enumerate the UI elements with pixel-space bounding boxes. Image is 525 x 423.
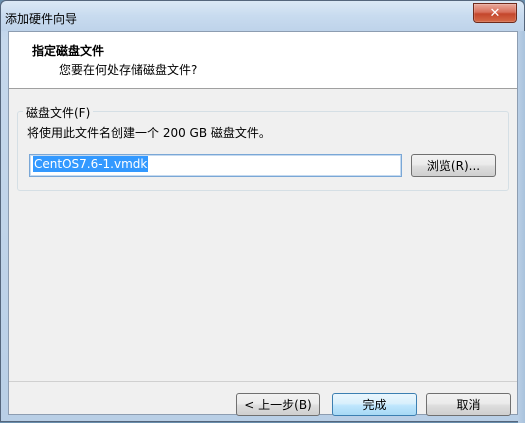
page-subtitle: 您要在何处存储磁盘文件? bbox=[59, 63, 198, 77]
disk-file-path-input[interactable]: CentOS7.6-1.vmdk bbox=[29, 154, 402, 177]
browse-button[interactable]: 浏览(R)... bbox=[411, 154, 496, 177]
back-button[interactable]: < 上一步(B) bbox=[236, 393, 320, 416]
window-edge bbox=[518, 31, 525, 423]
close-icon: ✕ bbox=[489, 5, 501, 21]
disk-file-path-value: CentOS7.6-1.vmdk bbox=[33, 156, 149, 172]
wizard-header: 指定磁盘文件 您要在何处存储磁盘文件? bbox=[9, 32, 517, 89]
cancel-button[interactable]: 取消 bbox=[426, 393, 511, 416]
disk-file-description: 将使用此文件名创建一个 200 GB 磁盘文件。 bbox=[27, 126, 271, 140]
page-title: 指定磁盘文件 bbox=[32, 44, 105, 58]
title-bar[interactable]: 添加硬件向导 ✕ bbox=[1, 1, 524, 31]
footer-divider bbox=[9, 381, 517, 382]
add-hardware-wizard-window: 添加硬件向导 ✕ 指定磁盘文件 您要在何处存储磁盘文件? 磁盘文件(F) 将使用… bbox=[0, 0, 525, 423]
disk-file-legend: 磁盘文件(F) bbox=[23, 104, 94, 121]
window-title: 添加硬件向导 bbox=[5, 12, 78, 26]
wizard-body: 指定磁盘文件 您要在何处存储磁盘文件? 磁盘文件(F) 将使用此文件名创建一个 … bbox=[8, 31, 518, 416]
disk-file-group: 磁盘文件(F) 将使用此文件名创建一个 200 GB 磁盘文件。 CentOS7… bbox=[17, 104, 509, 191]
close-button[interactable]: ✕ bbox=[473, 3, 517, 23]
finish-button[interactable]: 完成 bbox=[332, 393, 417, 416]
